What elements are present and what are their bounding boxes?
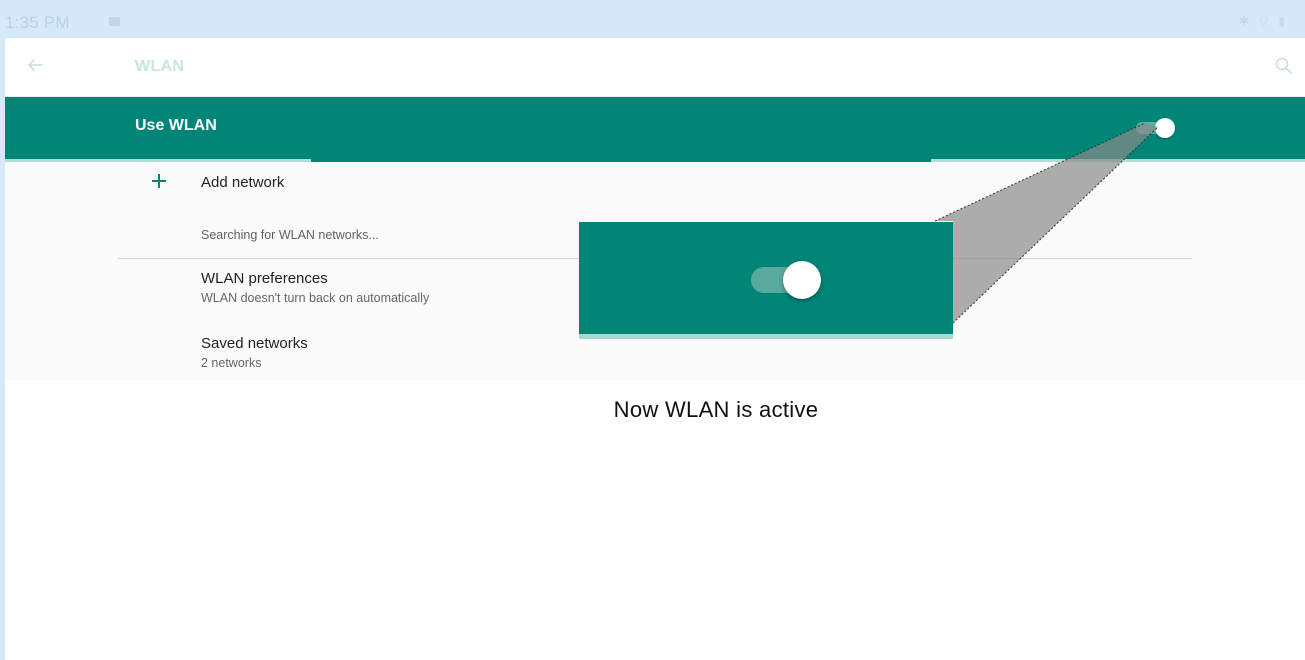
list-item-title: WLAN preferences xyxy=(201,270,328,287)
use-wlan-bar[interactable]: Use WLAN xyxy=(5,97,1305,162)
wlan-toggle-switch[interactable] xyxy=(1136,118,1175,138)
switch-thumb xyxy=(1155,118,1175,138)
toolbar: WLAN xyxy=(5,38,1305,97)
battery-icon: ▮ xyxy=(1278,14,1295,28)
list-item-title: Saved networks xyxy=(201,335,308,352)
searching-status: Searching for WLAN networks... xyxy=(201,228,379,242)
plus-icon xyxy=(152,174,166,188)
search-icon[interactable] xyxy=(1273,55,1295,77)
page-title: WLAN xyxy=(135,58,185,75)
wifi-icon: ▽ xyxy=(1259,14,1279,28)
use-wlan-label: Use WLAN xyxy=(135,117,217,134)
switch-thumb xyxy=(783,261,821,299)
arrow-left-icon[interactable] xyxy=(24,54,46,76)
list-item-subtitle: 2 networks xyxy=(201,356,262,370)
status-bar: 1:35 PM ✱▽▮ xyxy=(5,5,1305,38)
image-notification-icon xyxy=(109,17,120,26)
add-network-label: Add network xyxy=(201,174,285,191)
zoomed-toggle-switch xyxy=(751,261,821,299)
zoom-callout-box xyxy=(579,222,953,339)
status-time: 1:35 PM xyxy=(5,13,70,32)
caption: Now WLAN is active xyxy=(613,397,819,422)
bluetooth-icon: ✱ xyxy=(1239,14,1260,28)
add-network-item[interactable]: Add network xyxy=(5,162,1305,204)
zoom-progress-line xyxy=(579,334,953,339)
status-icons: ✱▽▮ xyxy=(1239,14,1295,28)
list-item-subtitle: WLAN doesn't turn back on automatically xyxy=(201,291,430,305)
screen-frame: 1:35 PM ✱▽▮ WLAN Use WLAN Add network Se… xyxy=(5,5,1305,660)
saved-networks-item[interactable]: Saved networks 2 networks xyxy=(5,332,1305,380)
